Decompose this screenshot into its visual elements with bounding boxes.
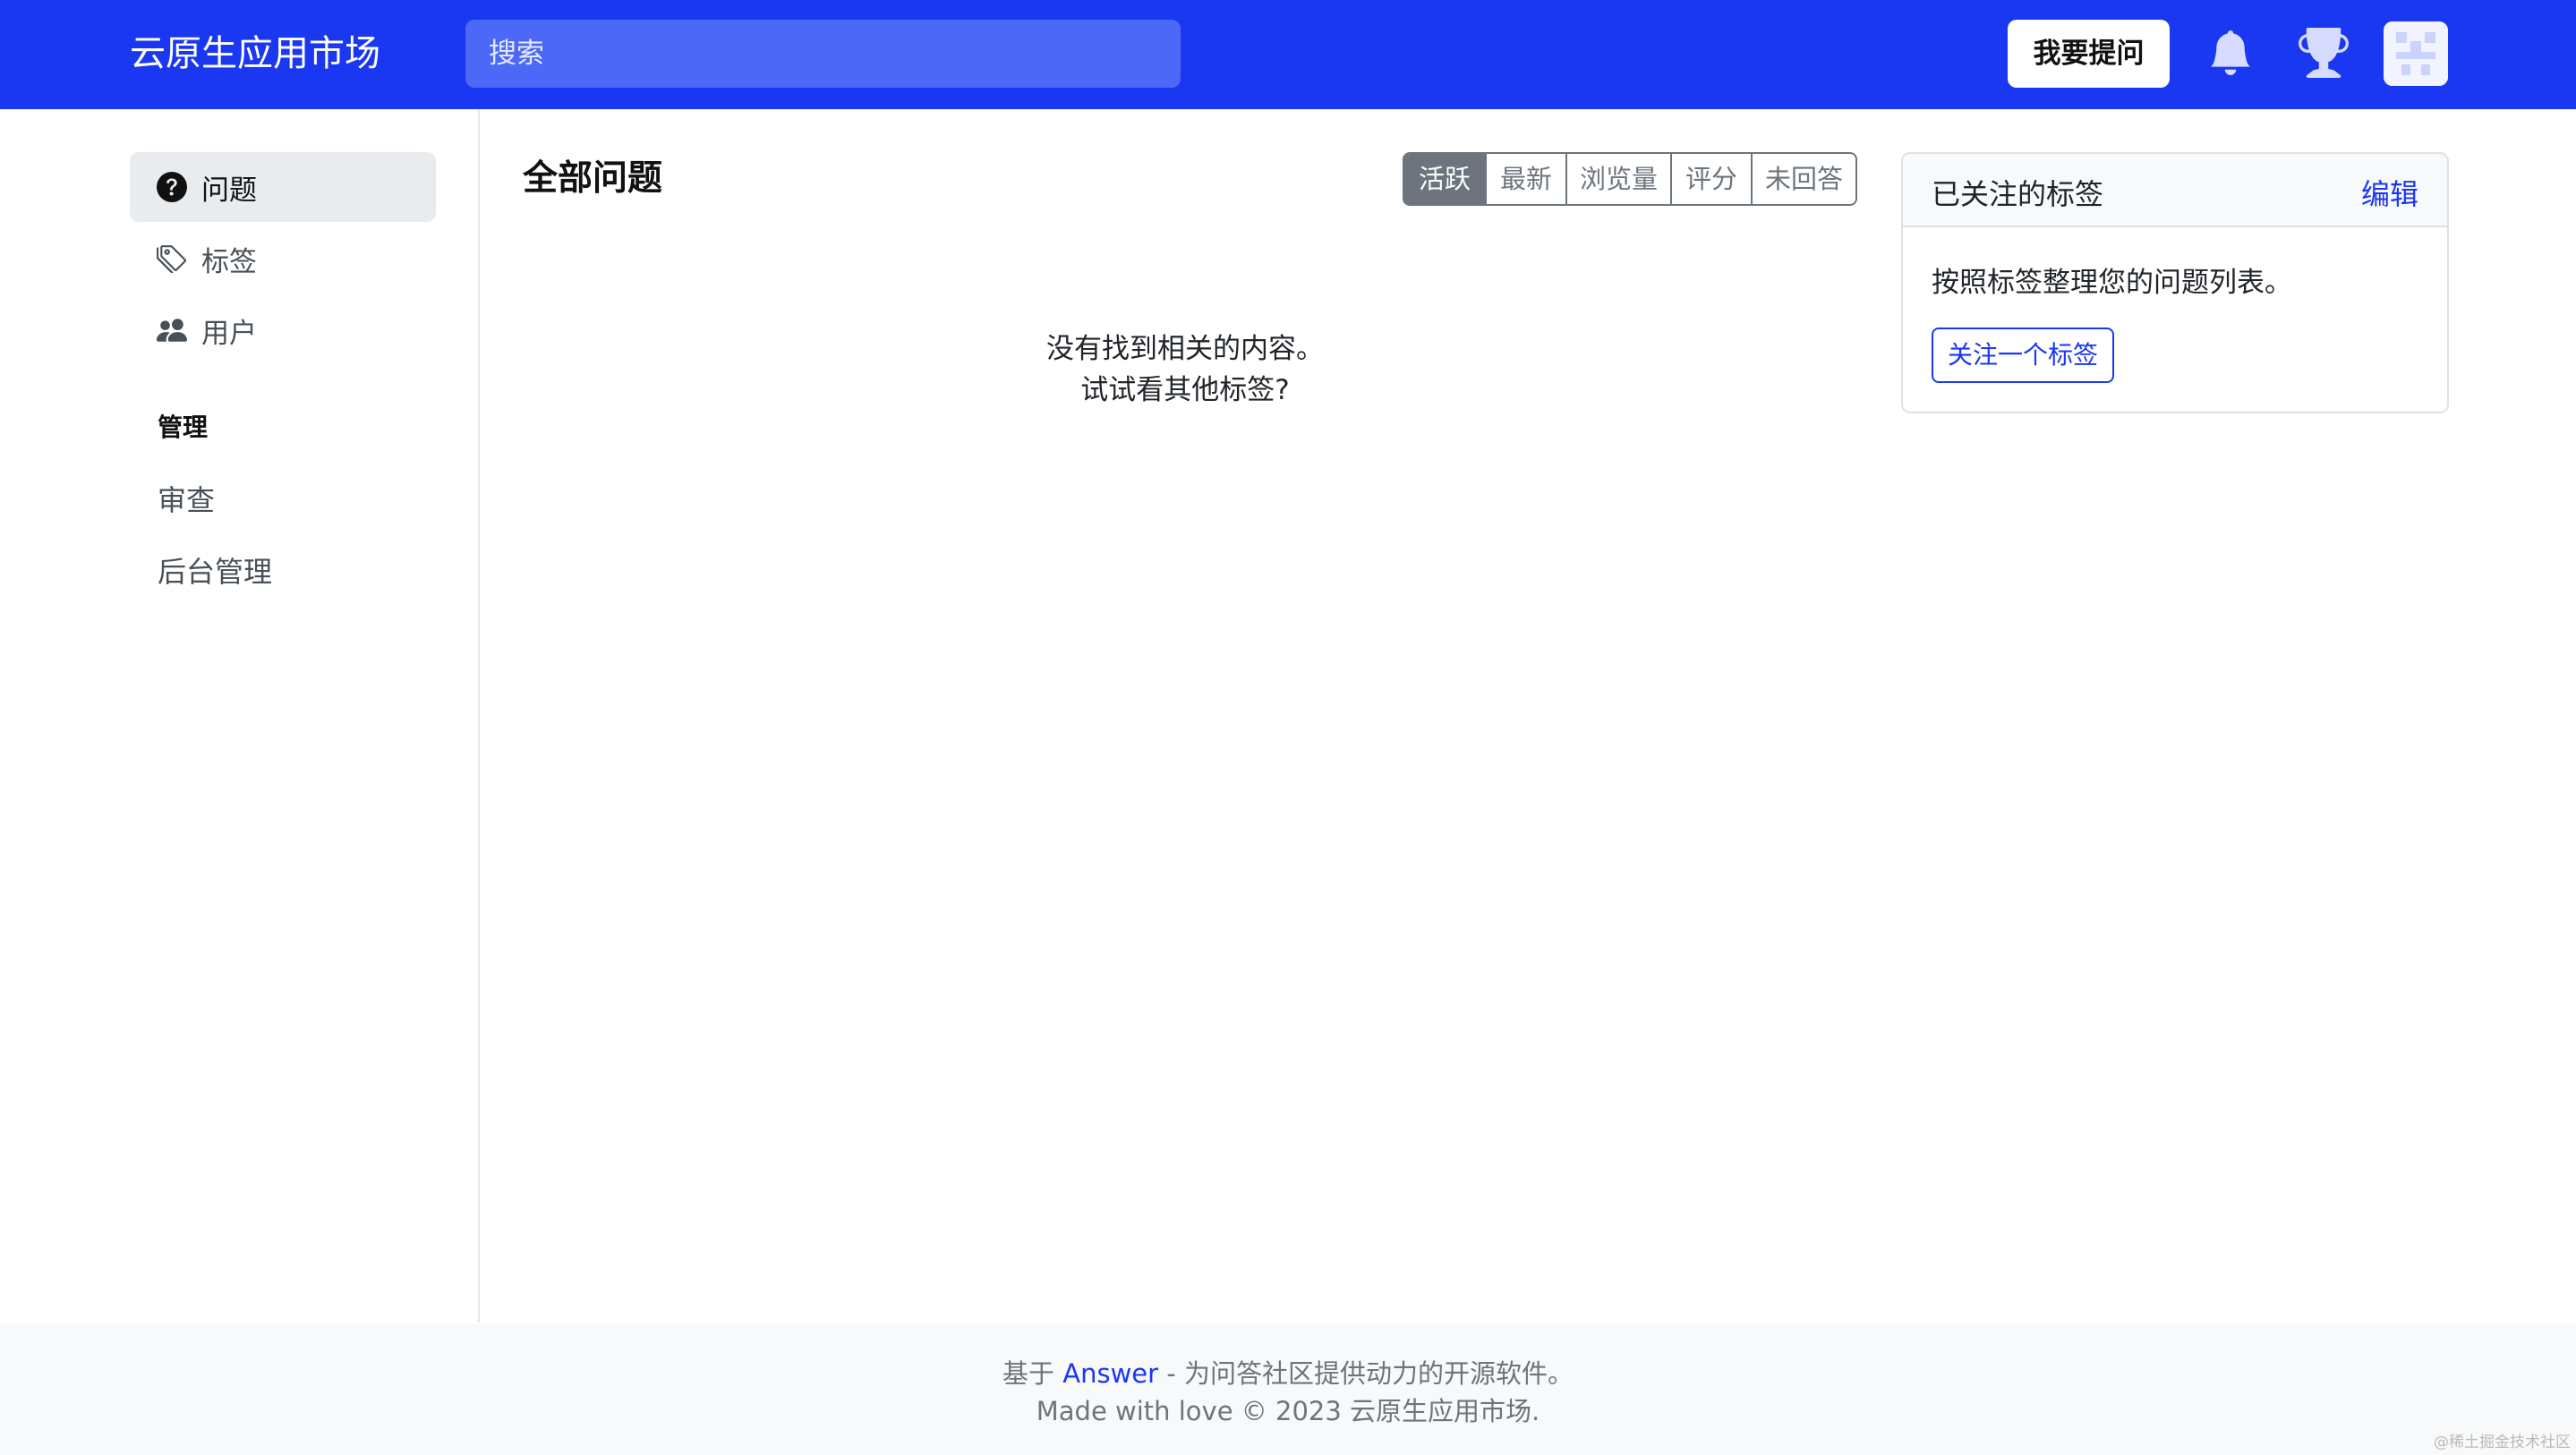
question-circle-icon [157,172,187,202]
empty-state-message: 没有找到相关的内容。 [1046,333,1324,365]
ask-question-button[interactable]: 我要提问 [2008,20,2170,88]
sort-tab-views[interactable]: 浏览量 [1565,154,1670,204]
avatar-pattern-icon [2384,21,2448,86]
empty-state-hint: 试试看其他标签? [1080,374,1290,406]
answer-link[interactable]: Answer [1062,1358,1158,1389]
admin-section-heading: 管理 [158,413,209,442]
sidebar-item-review[interactable]: 审查 [158,478,215,519]
tags-icon [157,245,187,274]
followed-tags-card: 已关注的标签 编辑 按照标签整理您的问题列表。 关注一个标签 [1901,152,2449,413]
footer-prefix: 基于 [1002,1358,1063,1389]
sort-tabs: 活跃 最新 浏览量 评分 未回答 [1403,152,1857,206]
sidebar-item-label: 标签 [201,245,257,278]
footer-suffix: - 为问答社区提供动力的开源软件。 [1158,1358,1574,1389]
sort-tab-unanswered[interactable]: 未回答 [1751,154,1855,204]
sidebar-item-label: 用户 [201,317,257,350]
card-description: 按照标签整理您的问题列表。 [1932,267,2292,299]
sidebar-item-label: 问题 [201,174,257,207]
trophy-icon[interactable] [2299,28,2349,78]
watermark: @稀土掘金技术社区 [2434,1434,2571,1451]
sidebar-item-tags[interactable]: 标签 [130,224,436,294]
search-input[interactable] [465,20,1181,88]
sort-tab-newest[interactable]: 最新 [1485,154,1565,204]
sidebar-item-questions[interactable]: 问题 [130,152,436,222]
sidebar-item-users[interactable]: 用户 [130,295,436,365]
sort-tab-score[interactable]: 评分 [1670,154,1751,204]
user-avatar[interactable] [2384,21,2448,86]
people-icon [157,319,187,342]
card-header: 已关注的标签 编辑 [1903,154,2447,227]
bell-icon[interactable] [2208,28,2253,78]
page-title: 全部问题 [523,158,663,199]
follow-tag-button[interactable]: 关注一个标签 [1932,328,2114,383]
footer-powered-by: 基于 Answer - 为问答社区提供动力的开源软件。 [0,1353,2576,1391]
footer: 基于 Answer - 为问答社区提供动力的开源软件。 Made with lo… [0,1324,2576,1455]
top-navbar: 云原生应用市场 我要提问 [0,0,2576,109]
sidebar-item-admin[interactable]: 后台管理 [158,549,272,591]
footer-copyright: Made with love © 2023 云原生应用市场. [1036,1396,1540,1426]
card-title: 已关注的标签 [1932,177,2104,211]
sort-tab-active[interactable]: 活跃 [1404,154,1485,204]
edit-tags-link[interactable]: 编辑 [2361,172,2418,213]
brand-logo-text[interactable]: 云原生应用市场 [130,27,380,81]
